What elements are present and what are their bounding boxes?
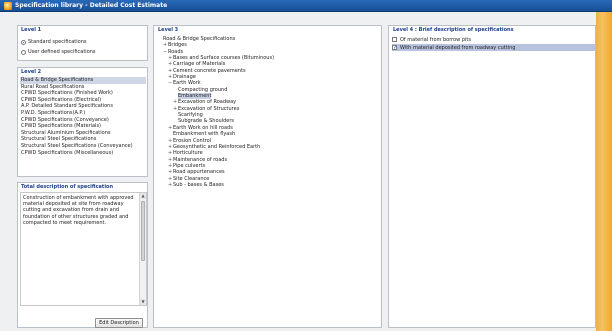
checkbox-icon[interactable] bbox=[392, 37, 397, 42]
scroll-down-icon[interactable]: ▼ bbox=[140, 299, 146, 305]
radio-label: Standard specifications bbox=[28, 39, 87, 45]
radio-standard-specifications[interactable]: Standard specifications bbox=[21, 39, 86, 45]
window-title: Specification library - Detailed Cost Es… bbox=[15, 2, 168, 9]
level1-label: Level 1 bbox=[21, 27, 42, 33]
description-scrollbar[interactable]: ▲ ▼ bbox=[139, 193, 146, 305]
radio-button-icon[interactable] bbox=[21, 39, 26, 45]
level2-label: Level 2 bbox=[21, 69, 42, 75]
tree-node-label: Drainage bbox=[173, 74, 196, 81]
tree-node-label: Subgrade & Shoulders bbox=[178, 118, 235, 125]
list-item[interactable]: Structural Steel Specifications (Conveya… bbox=[20, 143, 146, 150]
level4-panel: Level 4 : Brief description of specifica… bbox=[388, 25, 596, 328]
level4-label: Level 4 : Brief description of specifica… bbox=[393, 27, 514, 33]
radio-user-defined-specifications[interactable]: User defined specifications bbox=[21, 49, 96, 55]
tree-node-label: Maintenance of roads bbox=[173, 156, 228, 163]
checkbox-icon[interactable]: ✓ bbox=[392, 45, 397, 51]
list-item[interactable]: A.P. Detailed Standard Specifications bbox=[20, 103, 146, 110]
tree-node-label: Excavation of Structures bbox=[178, 105, 240, 112]
list-item[interactable]: Road & Bridge Specifications bbox=[20, 77, 146, 84]
list-item[interactable]: CPWD Specifications (Electrical) bbox=[20, 97, 146, 104]
list-item[interactable]: Rural Road Specifications bbox=[20, 84, 146, 91]
tree-node-label: Embankment bbox=[178, 93, 212, 100]
list-item[interactable]: Structural Steel Specifications bbox=[20, 136, 146, 143]
list-item[interactable]: Structural Aluminium Specifications bbox=[20, 130, 146, 137]
description-textbox[interactable]: Construction of embankment with approved… bbox=[20, 192, 147, 306]
level3-label: Level 3 bbox=[158, 27, 179, 33]
total-description-panel: Total description of specification Const… bbox=[17, 182, 148, 328]
tree-node-label: Carriage of Materials bbox=[173, 61, 226, 68]
list-item[interactable]: CPWD Specifications (Finished Work) bbox=[20, 90, 146, 97]
level3-panel: Level 3 Road & Bridge Specifications +Bri… bbox=[153, 25, 382, 328]
total-description-label: Total description of specification bbox=[21, 184, 114, 190]
tree-node[interactable]: +Sub - bases & Bases bbox=[158, 182, 378, 188]
tree-node-label: Compacting ground bbox=[178, 86, 228, 93]
list-item[interactable]: CPWD Specifications (Materials) bbox=[20, 123, 146, 130]
app-icon bbox=[4, 2, 12, 10]
level2-panel: Level 2 Road & Bridge Specifications Rur… bbox=[17, 67, 148, 177]
tree-node-label: Excavation of Roadway bbox=[178, 99, 237, 106]
tree-node-label: Geosynthetic and Reinforced Earth bbox=[173, 143, 261, 150]
tree-node-label: Site Clearance bbox=[173, 175, 210, 182]
tree-node-label: Pipe culverts bbox=[173, 162, 206, 169]
level4-item-borrow-pits[interactable]: Of material from borrow pits bbox=[392, 36, 595, 43]
radio-label: User defined specifications bbox=[28, 49, 96, 55]
title-bar: Specification library - Detailed Cost Es… bbox=[0, 0, 612, 12]
tree-node-label: Roads bbox=[168, 48, 184, 55]
tree-node-label: Road appurtenances bbox=[173, 169, 225, 176]
tree-node-label: Erosion Control bbox=[173, 137, 212, 144]
tree-node-label: Horticulture bbox=[173, 150, 203, 157]
tree-node-label: Embankment with flyash bbox=[173, 131, 236, 138]
list-item[interactable]: CPWD Specifications (Conveyance) bbox=[20, 117, 146, 124]
tree-node-label: Sub - bases & Bases bbox=[173, 181, 224, 188]
scroll-thumb[interactable] bbox=[141, 201, 145, 261]
description-text: Construction of embankment with approved… bbox=[23, 195, 134, 226]
list-item[interactable]: CPWD Specifications (Miscellaneous) bbox=[20, 150, 146, 157]
tree-node-label: Cement concrete pavements bbox=[173, 67, 246, 74]
level1-panel: Level 1 Standard specifications User def… bbox=[17, 25, 148, 61]
tree-node-label: Scarifying bbox=[178, 112, 203, 119]
tree-node-label: Bridges bbox=[168, 42, 187, 49]
tree-node-label: Earth Work bbox=[173, 80, 201, 87]
list-item[interactable]: P.W.D. Specifications(A.P.) bbox=[20, 110, 146, 117]
level3-tree: Road & Bridge Specifications +Bridges −Roa… bbox=[158, 36, 378, 188]
level4-item-roadway-cutting[interactable]: ✓ With material deposited from roadway c… bbox=[392, 44, 595, 51]
tree-node-label: Bases and Surface courses (Bituminous) bbox=[173, 55, 275, 62]
tree-node-label: Earth Work on hill roads bbox=[173, 124, 233, 131]
level4-item-label: Of material from borrow pits bbox=[400, 36, 471, 43]
background-decoration bbox=[596, 12, 612, 331]
level2-list: Road & Bridge Specifications Rural Road … bbox=[20, 77, 146, 156]
scroll-up-icon[interactable]: ▲ bbox=[140, 193, 146, 199]
tree-node-label: Road & Bridge Specifications bbox=[163, 36, 236, 42]
level4-item-label: With material deposited from roadway cut… bbox=[400, 44, 516, 51]
edit-description-button[interactable]: Edit Description bbox=[95, 318, 143, 328]
radio-button-icon[interactable] bbox=[21, 49, 26, 55]
